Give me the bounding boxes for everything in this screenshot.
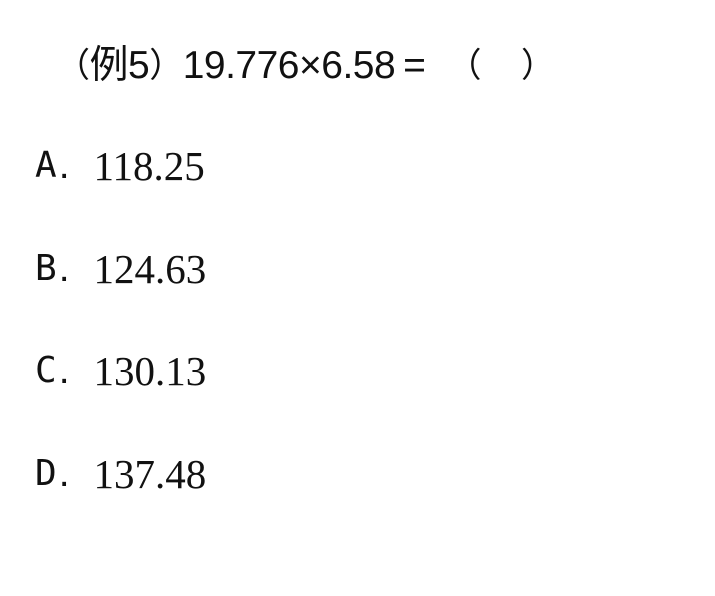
question-label-close-paren: ） — [149, 46, 183, 86]
option-value: 130.13 — [93, 348, 207, 394]
option-a: A . 118.25 — [35, 144, 205, 188]
option-b: B . 124.63 — [35, 247, 206, 291]
option-dot: . — [58, 349, 70, 392]
option-c: C . 130.13 — [35, 349, 206, 393]
option-value: 137.48 — [93, 451, 207, 497]
option-dot: . — [58, 452, 70, 495]
question-label-open-paren: （ — [56, 46, 90, 86]
option-letter: D — [35, 453, 57, 494]
option-d: D . 137.48 — [35, 452, 206, 496]
option-letter: C — [35, 350, 57, 391]
option-dot: . — [58, 247, 70, 290]
question-line: （ 例5 ） 19.776×6.58 = （ ） — [56, 44, 555, 88]
option-value: 118.25 — [93, 143, 205, 189]
option-letter: A — [35, 145, 57, 186]
answer-blank-open-paren: （ — [447, 46, 481, 86]
option-letter: B — [35, 248, 57, 289]
question-expression: 19.776×6.58 — [182, 44, 396, 87]
answer-blank-close-paren: ） — [520, 46, 555, 86]
equals-sign: = — [403, 44, 426, 87]
option-dot: . — [58, 144, 70, 187]
question-label: 例5 — [89, 44, 150, 87]
option-value: 124.63 — [93, 246, 207, 292]
